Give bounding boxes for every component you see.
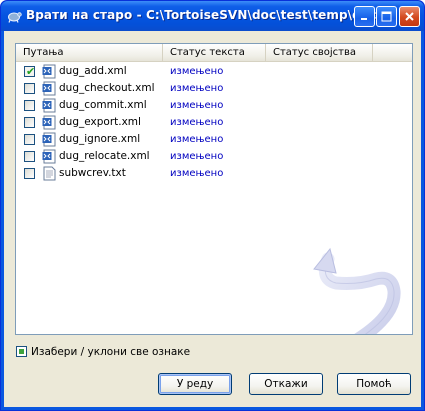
table-row[interactable]: ✔ dug_add.xml измењено — [16, 63, 412, 80]
checkmark-icon: ✔ — [26, 65, 36, 78]
minimize-button[interactable] — [354, 6, 375, 27]
column-header-property-status[interactable]: Статус својства — [266, 44, 373, 61]
xml-file-icon — [42, 132, 56, 147]
table-row[interactable]: dug_relocate.xml измењено — [16, 148, 412, 165]
tortoisesvn-watermark-logo — [313, 247, 401, 334]
indeterminate-mark — [19, 349, 24, 354]
text-status: измењено — [170, 168, 224, 179]
maximize-button[interactable] — [376, 6, 397, 27]
row-checkbox[interactable] — [24, 83, 35, 94]
text-status: измењено — [170, 151, 224, 162]
table-row[interactable]: dug_checkout.xml измењено — [16, 80, 412, 97]
xml-file-icon — [42, 64, 56, 79]
xml-file-icon — [42, 149, 56, 164]
row-checkbox[interactable] — [24, 168, 35, 179]
revert-dialog-window: Врати на старо - C:\TortoiseSVN\doc\test… — [0, 0, 425, 411]
file-name: dug_add.xml — [59, 65, 127, 77]
file-name: dug_relocate.xml — [59, 150, 150, 162]
text-status: измењено — [170, 100, 224, 111]
dialog-client-area: Путања Статус текста Статус својства ✔ du… — [4, 31, 421, 407]
xml-file-icon — [42, 81, 56, 96]
cancel-button[interactable]: Откажи — [249, 373, 323, 395]
row-checkbox[interactable]: ✔ — [24, 66, 35, 77]
text-status: измењено — [170, 134, 224, 145]
window-title: Врати на старо - C:\TortoiseSVN\doc\test… — [26, 8, 377, 22]
text-status: измењено — [170, 83, 224, 94]
row-checkbox[interactable] — [24, 117, 35, 128]
xml-file-icon — [42, 98, 56, 113]
title-bar[interactable]: Врати на старо - C:\TortoiseSVN\doc\test… — [1, 1, 424, 31]
ok-button[interactable]: У реду — [158, 373, 232, 395]
row-checkbox[interactable] — [24, 134, 35, 145]
file-name: dug_commit.xml — [59, 99, 147, 111]
maximize-icon — [381, 11, 392, 22]
table-row[interactable]: dug_export.xml измењено — [16, 114, 412, 131]
text-file-icon — [43, 166, 56, 181]
list-header: Путања Статус текста Статус својства — [16, 44, 412, 62]
select-all-box[interactable] — [16, 346, 27, 357]
tortoise-app-icon — [8, 12, 22, 23]
text-status: измењено — [170, 117, 224, 128]
xml-file-icon — [42, 115, 56, 130]
table-row[interactable]: dug_ignore.xml измењено — [16, 131, 412, 148]
file-name: dug_checkout.xml — [59, 82, 155, 94]
file-name: subwcrev.txt — [59, 167, 126, 179]
file-name: dug_ignore.xml — [59, 133, 141, 145]
minimize-icon — [361, 18, 367, 20]
table-row[interactable]: subwcrev.txt измењено — [16, 165, 412, 182]
file-list[interactable]: Путања Статус текста Статус својства ✔ du… — [15, 43, 413, 335]
close-icon — [405, 12, 414, 21]
select-all-label: Изабери / уклони све ознаке — [31, 346, 191, 358]
column-header-path[interactable]: Путања — [16, 44, 163, 61]
row-checkbox[interactable] — [24, 100, 35, 111]
table-row[interactable]: dug_commit.xml измењено — [16, 97, 412, 114]
column-header-text-status[interactable]: Статус текста — [163, 44, 266, 61]
help-button[interactable]: Помоћ — [337, 373, 411, 395]
close-button[interactable] — [399, 6, 420, 27]
row-checkbox[interactable] — [24, 151, 35, 162]
text-status: измењено — [170, 66, 224, 77]
file-name: dug_export.xml — [59, 116, 141, 128]
